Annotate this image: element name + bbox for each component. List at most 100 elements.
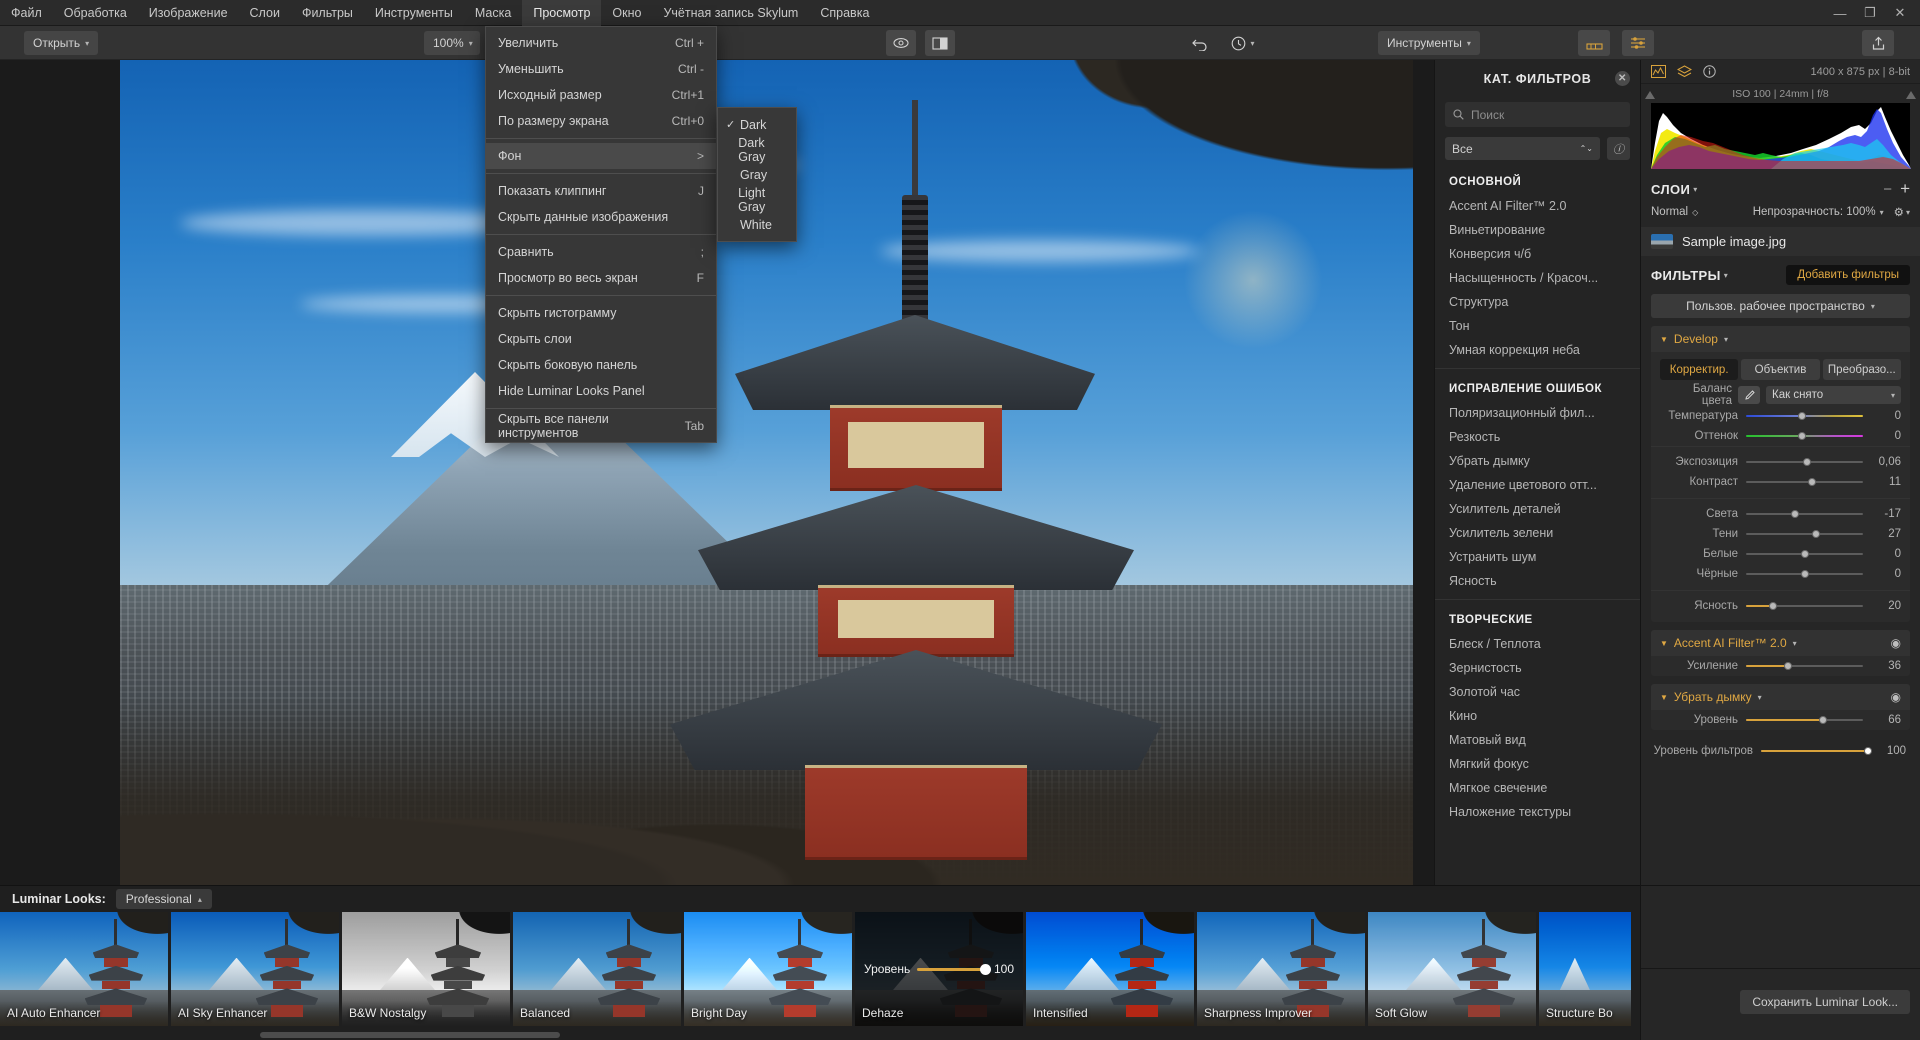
slider-knob[interactable] — [1791, 510, 1800, 518]
filter-item[interactable]: Блеск / Теплота — [1435, 632, 1640, 656]
white-balance-select[interactable]: Как снято ▾ — [1766, 386, 1901, 404]
blend-mode-select[interactable]: Normal — [1651, 206, 1688, 218]
remove-layer-button[interactable]: − — [1875, 181, 1900, 198]
slider-temperature[interactable]: Температура 0 — [1651, 406, 1910, 426]
filter-group-accent-ai[interactable]: ▼ Accent AI Filter™ 2.0 ▾ ◉ Усиление 36 — [1651, 630, 1910, 676]
slider-clarity[interactable]: Ясность 20 — [1651, 596, 1910, 616]
menu-item-view[interactable]: Просмотр — [522, 0, 602, 26]
looks-category-select[interactable]: Professional ▴ — [115, 889, 212, 909]
slider-track[interactable] — [1746, 661, 1863, 670]
chevron-down-icon[interactable]: ▾ — [1693, 185, 1697, 194]
slider-knob[interactable] — [1784, 661, 1793, 670]
menu-row-fit-to-screen[interactable]: По размеру экрана Ctrl+0 — [486, 108, 716, 134]
slider-track[interactable] — [1746, 715, 1863, 724]
dehaze-header[interactable]: ▼ Убрать дымку ▾ ◉ — [1651, 684, 1910, 710]
menu-row-hide-sidepanel[interactable]: Скрыть боковую панель — [486, 352, 716, 378]
slider-dehaze-amount[interactable]: Уровень 66 — [1651, 710, 1910, 730]
look-item-selected[interactable]: Уровень 100 Dehaze — [855, 912, 1023, 1026]
save-luminar-look-button[interactable]: Сохранить Luminar Look... — [1740, 990, 1910, 1014]
menu-item-help[interactable]: Справка — [809, 0, 880, 26]
menu-item-edit[interactable]: Обработка — [53, 0, 138, 26]
look-amount-slider[interactable]: Уровень 100 — [864, 962, 1014, 976]
close-icon[interactable]: ✕ — [1615, 71, 1630, 86]
info-icon[interactable]: ⓘ — [1607, 137, 1630, 160]
search-input[interactable]: Поиск — [1445, 102, 1630, 127]
filter-item[interactable]: Зернистость — [1435, 656, 1640, 680]
menu-row-hide-histogram[interactable]: Скрыть гистограмму — [486, 300, 716, 326]
look-slider-track[interactable] — [917, 963, 991, 975]
sidebar-panel-toggle[interactable] — [1622, 30, 1654, 56]
look-item[interactable]: AI Sky Enhancer — [171, 912, 339, 1026]
submenu-item-light-gray[interactable]: Light Gray — [718, 186, 796, 214]
menu-item-layers[interactable]: Слои — [239, 0, 291, 26]
look-item[interactable]: B&W Nostalgy — [342, 912, 510, 1026]
look-item[interactable]: AI Auto Enhancer — [0, 912, 168, 1026]
eyedropper-icon[interactable] — [1738, 386, 1760, 404]
slider-knob[interactable] — [1807, 478, 1816, 486]
slider-accent-amount[interactable]: Усиление 36 — [1651, 656, 1910, 676]
luminar-looks-bar[interactable]: Luminar Looks: Professional ▴ AI Auto En… — [0, 885, 1640, 1040]
visibility-eye-icon[interactable]: ◉ — [1891, 690, 1901, 704]
slider-blacks[interactable]: Чёрные 0 — [1651, 564, 1910, 584]
filter-item[interactable]: Тон — [1435, 314, 1640, 338]
looks-strip[interactable]: AI Auto Enhancer AI Sky Enhancer B&W Nos… — [0, 912, 1640, 1026]
filter-group-dehaze[interactable]: ▼ Убрать дымку ▾ ◉ Уровень 66 — [1651, 684, 1910, 730]
gear-icon[interactable]: ⚙ — [1894, 205, 1904, 219]
share-button[interactable] — [1862, 30, 1894, 56]
opacity-select[interactable]: Непрозрачность: 100% — [1753, 206, 1876, 218]
slider-knob[interactable] — [1800, 570, 1809, 578]
looks-panel-toggle[interactable] — [1578, 30, 1610, 56]
menu-item-file[interactable]: Файл — [0, 0, 53, 26]
maximize-icon[interactable]: ❐ — [1856, 0, 1884, 26]
workspace-select[interactable]: Пользов. рабочее пространство ▾ — [1651, 294, 1910, 318]
slider-tint[interactable]: Оттенок 0 — [1651, 426, 1910, 446]
tab-lens[interactable]: Объектив — [1741, 359, 1820, 380]
filter-item[interactable]: Убрать дымку — [1435, 449, 1640, 473]
slider-track[interactable] — [1746, 412, 1863, 420]
slider-track[interactable] — [1746, 550, 1863, 558]
tools-menu-button[interactable]: Инструменты ▾ — [1378, 31, 1480, 55]
menu-row-fullscreen[interactable]: Просмотр во весь экран F — [486, 265, 716, 291]
scrollbar-thumb[interactable] — [260, 1032, 560, 1038]
background-submenu[interactable]: ✓ Dark Dark Gray Gray Light Gray White — [717, 107, 797, 242]
filter-item[interactable]: Насыщенность / Красоч... — [1435, 266, 1640, 290]
menu-row-hide-looks-panel[interactable]: Hide Luminar Looks Panel — [486, 378, 716, 404]
menu-row-actual-size[interactable]: Исходный размер Ctrl+1 — [486, 82, 716, 108]
look-item[interactable]: Sharpness Improver — [1197, 912, 1365, 1026]
preview-eye-button[interactable] — [886, 30, 916, 56]
filter-item[interactable]: Матовый вид — [1435, 728, 1640, 752]
filter-item[interactable]: Устранить шум — [1435, 545, 1640, 569]
tab-transform[interactable]: Преобразо... — [1822, 359, 1901, 380]
menu-item-tools[interactable]: Инструменты — [364, 0, 464, 26]
menu-row-background[interactable]: Фон > — [486, 143, 716, 169]
undo-button[interactable] — [1185, 30, 1215, 56]
shadow-clip-marker[interactable] — [1645, 91, 1655, 99]
tab-adjust[interactable]: Корректир. — [1660, 359, 1739, 380]
zoom-level-select[interactable]: 100% ▾ — [424, 31, 480, 55]
look-item[interactable]: Intensified — [1026, 912, 1194, 1026]
slider-track[interactable] — [1746, 432, 1863, 440]
menu-row-compare[interactable]: Сравнить ; — [486, 239, 716, 265]
slider-exposure[interactable]: Экспозиция 0,06 — [1651, 452, 1910, 472]
menu-item-mask[interactable]: Маска — [464, 0, 522, 26]
submenu-item-dark[interactable]: ✓ Dark — [718, 112, 796, 137]
filters-catalog-panel[interactable]: КАТ. ФИЛЬТРОВ ✕ Поиск Все ⌃⌄ ⓘ ОСНОВНОЙ … — [1434, 60, 1640, 885]
filter-item[interactable]: Умная коррекция неба — [1435, 338, 1640, 362]
visibility-eye-icon[interactable]: ◉ — [1891, 636, 1901, 650]
filter-item[interactable]: Наложение текстуры — [1435, 800, 1640, 824]
category-select[interactable]: Все ⌃⌄ — [1445, 137, 1600, 160]
submenu-item-white[interactable]: White — [718, 212, 796, 237]
develop-group-header[interactable]: ▼ Develop ▾ — [1651, 326, 1910, 352]
filter-item[interactable]: Усилитель зелени — [1435, 521, 1640, 545]
menu-item-image[interactable]: Изображение — [138, 0, 239, 26]
look-item[interactable]: Structure Bo — [1539, 912, 1631, 1026]
filter-group-develop[interactable]: ▼ Develop ▾ Корректир. Объектив Преобраз… — [1651, 326, 1910, 622]
filter-item[interactable]: Золотой час — [1435, 680, 1640, 704]
menu-row-hide-image-data[interactable]: Скрыть данные изображения — [486, 204, 716, 230]
menu-row-zoom-in[interactable]: Увеличить Ctrl + — [486, 30, 716, 56]
look-item[interactable]: Soft Glow — [1368, 912, 1536, 1026]
slider-shadows[interactable]: Тени 27 — [1651, 524, 1910, 544]
filter-item[interactable]: Конверсия ч/б — [1435, 242, 1640, 266]
filter-item[interactable]: Поляризационный фил... — [1435, 401, 1640, 425]
view-dropdown-menu[interactable]: Увеличить Ctrl + Уменьшить Ctrl - Исходн… — [485, 26, 717, 443]
